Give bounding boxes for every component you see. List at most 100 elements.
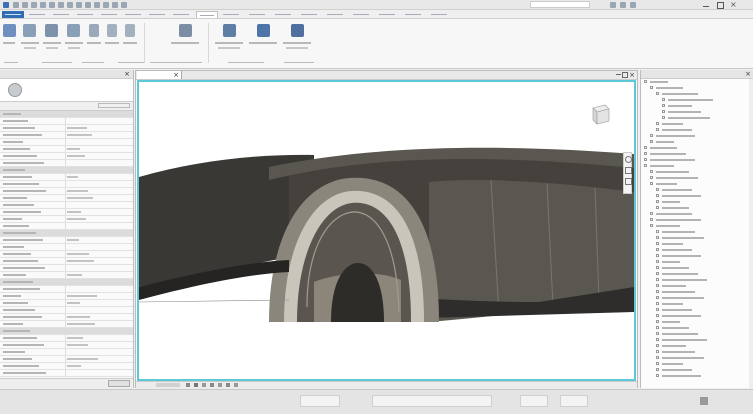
crop-view-icon[interactable] xyxy=(218,383,222,387)
property-row[interactable] xyxy=(0,356,133,363)
property-row[interactable] xyxy=(0,335,133,342)
ribbon-tool-1[interactable] xyxy=(20,22,40,56)
scale-control[interactable] xyxy=(156,383,180,387)
property-group[interactable] xyxy=(0,328,133,335)
filter-icon[interactable] xyxy=(700,397,708,405)
property-row[interactable] xyxy=(0,174,133,181)
expand-toggle-icon[interactable] xyxy=(656,92,659,95)
property-group[interactable] xyxy=(0,230,133,237)
edit-type-button[interactable] xyxy=(98,103,130,108)
property-row[interactable] xyxy=(0,153,133,160)
expand-toggle-icon[interactable] xyxy=(656,260,659,263)
expand-toggle-icon[interactable] xyxy=(656,206,659,209)
property-row[interactable] xyxy=(0,272,133,279)
ribbon-tool-modify[interactable] xyxy=(2,22,16,56)
tunnel-model[interactable] xyxy=(139,82,634,379)
property-value[interactable] xyxy=(67,127,87,129)
section-icon[interactable] xyxy=(85,2,91,8)
tab-massing[interactable] xyxy=(170,11,192,18)
property-value[interactable] xyxy=(67,190,88,192)
property-value[interactable] xyxy=(67,302,80,304)
property-value[interactable] xyxy=(67,134,92,136)
property-value[interactable] xyxy=(67,344,88,346)
expand-toggle-icon[interactable] xyxy=(662,104,665,107)
ribbon-tool-5[interactable] xyxy=(104,22,120,56)
status-segment[interactable] xyxy=(560,395,588,407)
close-button[interactable]: × xyxy=(728,1,740,9)
expand-toggle-icon[interactable] xyxy=(656,338,659,341)
property-value[interactable] xyxy=(67,260,94,262)
property-value[interactable] xyxy=(67,365,81,367)
undo-icon[interactable] xyxy=(31,2,37,8)
reveal-hidden-icon[interactable] xyxy=(234,383,238,387)
close-icon[interactable]: × xyxy=(745,70,751,78)
help-icon[interactable] xyxy=(630,2,636,8)
property-row[interactable] xyxy=(0,307,133,314)
temporary-hide-icon[interactable] xyxy=(226,383,230,387)
tab-file[interactable] xyxy=(2,11,24,18)
3d-view-icon[interactable] xyxy=(76,2,82,8)
property-row[interactable] xyxy=(0,195,133,202)
expand-toggle-icon[interactable] xyxy=(656,374,659,377)
property-row[interactable] xyxy=(0,370,133,377)
expand-toggle-icon[interactable] xyxy=(656,248,659,251)
minimize-button[interactable] xyxy=(700,1,712,9)
print-icon[interactable] xyxy=(49,2,55,8)
ribbon-tool-10[interactable] xyxy=(282,22,312,56)
expand-toggle-icon[interactable] xyxy=(656,236,659,239)
expand-toggle-icon[interactable] xyxy=(656,122,659,125)
property-row[interactable] xyxy=(0,314,133,321)
expand-toggle-icon[interactable] xyxy=(656,314,659,317)
view-close-icon[interactable]: × xyxy=(629,71,635,79)
tab-analyze[interactable] xyxy=(146,11,168,18)
tab-structure[interactable] xyxy=(50,11,72,18)
property-value[interactable] xyxy=(67,253,89,255)
expand-toggle-icon[interactable] xyxy=(656,230,659,233)
type-selector[interactable] xyxy=(0,79,133,102)
property-row[interactable] xyxy=(0,223,133,230)
sun-path-icon[interactable] xyxy=(202,383,206,387)
expand-toggle-icon[interactable] xyxy=(644,80,647,83)
property-row[interactable] xyxy=(0,118,133,125)
save-icon[interactable] xyxy=(22,2,28,8)
expand-toggle-icon[interactable] xyxy=(656,284,659,287)
status-segment[interactable] xyxy=(300,395,340,407)
property-row[interactable] xyxy=(0,321,133,328)
expand-toggle-icon[interactable] xyxy=(656,302,659,305)
expand-toggle-icon[interactable] xyxy=(644,152,647,155)
redo-icon[interactable] xyxy=(40,2,46,8)
steering-wheel-icon[interactable] xyxy=(625,156,632,163)
property-row[interactable] xyxy=(0,181,133,188)
apply-button[interactable] xyxy=(108,380,130,387)
view-minimize-icon[interactable] xyxy=(616,74,621,75)
expand-toggle-icon[interactable] xyxy=(656,254,659,257)
ribbon-tool-7[interactable] xyxy=(170,22,200,56)
expand-toggle-icon[interactable] xyxy=(644,158,647,161)
expand-toggle-icon[interactable] xyxy=(656,326,659,329)
expand-toggle-icon[interactable] xyxy=(650,212,653,215)
tab-extra-1[interactable] xyxy=(324,11,346,18)
viewcube[interactable] xyxy=(587,102,613,128)
expand-toggle-icon[interactable] xyxy=(644,164,647,167)
ribbon-tool-6[interactable] xyxy=(122,22,138,56)
expand-toggle-icon[interactable] xyxy=(650,86,653,89)
expand-toggle-icon[interactable] xyxy=(644,146,647,149)
expand-toggle-icon[interactable] xyxy=(656,320,659,323)
property-row[interactable] xyxy=(0,349,133,356)
scrollbar[interactable] xyxy=(749,79,753,388)
expand-toggle-icon[interactable] xyxy=(650,224,653,227)
text-icon[interactable] xyxy=(67,2,73,8)
expand-toggle-icon[interactable] xyxy=(656,290,659,293)
status-segment[interactable] xyxy=(372,395,492,407)
property-value[interactable] xyxy=(67,197,93,199)
tab-extra-3[interactable] xyxy=(376,11,398,18)
expand-toggle-icon[interactable] xyxy=(662,110,665,113)
expand-toggle-icon[interactable] xyxy=(656,368,659,371)
instance-filter-dropdown[interactable] xyxy=(3,103,58,108)
property-row[interactable] xyxy=(0,125,133,132)
property-row[interactable] xyxy=(0,363,133,370)
customize-qat-icon[interactable] xyxy=(121,2,127,8)
property-row[interactable] xyxy=(0,216,133,223)
property-value[interactable] xyxy=(67,155,85,157)
property-row[interactable] xyxy=(0,265,133,272)
